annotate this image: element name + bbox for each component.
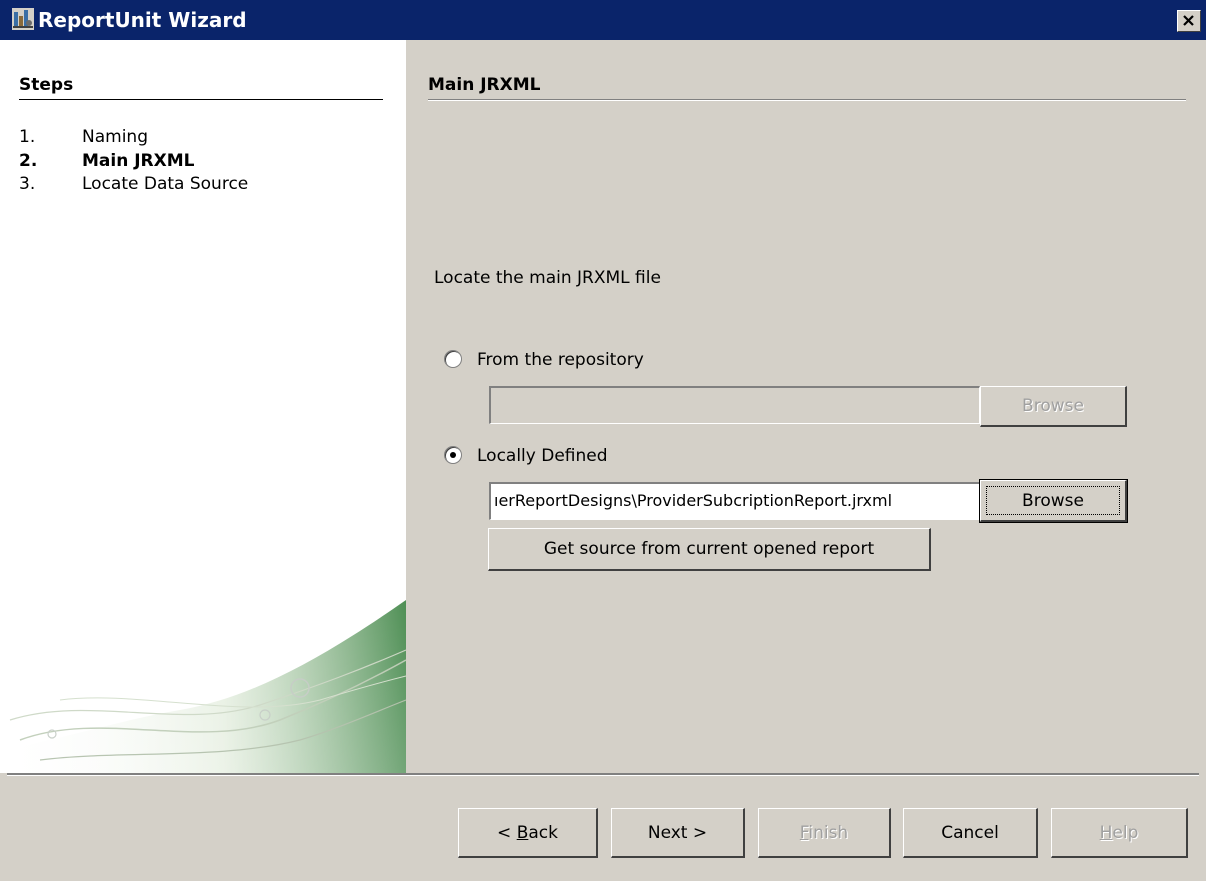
button-label: Browse [1022, 396, 1084, 416]
from-repository-radio[interactable] [444, 350, 462, 368]
back-button[interactable]: < Back [458, 808, 598, 858]
back-suffix: ack [528, 823, 558, 843]
finish-button: Finish [758, 808, 891, 858]
report-unit-wizard-dialog: ReportUnit Wizard Steps 1. Naming 2. Mai… [0, 0, 1206, 881]
help-mnemonic: H [1099, 823, 1113, 843]
step-number: 1. [19, 127, 36, 147]
step-label: Naming [82, 127, 148, 147]
window-title: ReportUnit Wizard [38, 8, 247, 32]
step-number: 2. [19, 151, 38, 171]
get-source-from-opened-report-button[interactable]: Get source from current opened report [488, 528, 931, 571]
repository-browse-button: Browse [980, 386, 1127, 427]
steps-divider [19, 99, 383, 100]
decorative-swoosh-graphic [0, 600, 406, 773]
local-browse-button[interactable]: Browse [979, 479, 1128, 523]
cancel-button[interactable]: Cancel [903, 808, 1038, 858]
button-label: Next > [647, 823, 708, 843]
close-button[interactable] [1177, 10, 1201, 32]
button-label: Get source from current opened report [543, 539, 875, 559]
finish-suffix: inish [808, 823, 849, 843]
locally-defined-radio[interactable] [444, 446, 462, 464]
footer-separator [7, 773, 1199, 776]
step-label: Main JRXML [82, 151, 195, 171]
help-button: Help [1051, 808, 1188, 858]
steps-heading: Steps [19, 75, 74, 95]
wizard-app-icon [12, 8, 34, 30]
repository-path-field [489, 386, 980, 424]
help-button-label: Help [1100, 823, 1139, 843]
help-suffix: elp [1112, 823, 1139, 843]
close-icon [1183, 15, 1194, 26]
button-label: Cancel [941, 823, 999, 843]
from-repository-label[interactable]: From the repository [477, 348, 644, 372]
page-title: Main JRXML [428, 75, 541, 95]
finish-button-label: Finish [800, 823, 848, 843]
title-bar[interactable]: ReportUnit Wizard [0, 0, 1206, 40]
back-prefix: < [497, 823, 517, 843]
radio-selected-dot [450, 452, 456, 458]
step-number: 3. [19, 174, 36, 194]
local-file-path-value: ıerReportDesigns\ProviderSubcriptionRepo… [494, 491, 893, 510]
next-button[interactable]: Next > [611, 808, 745, 858]
back-button-label: < Back [497, 823, 558, 843]
locally-defined-label[interactable]: Locally Defined [477, 444, 608, 468]
instruction-text: Locate the main JRXML file [434, 268, 661, 288]
back-mnemonic: B [516, 823, 529, 843]
steps-panel: Steps 1. Naming 2. Main JRXML 3. Locate … [0, 40, 406, 773]
step-label: Locate Data Source [82, 174, 249, 194]
local-file-path-field[interactable]: ıerReportDesigns\ProviderSubcriptionRepo… [489, 482, 980, 520]
heading-divider [428, 99, 1186, 101]
button-label: Browse [1022, 491, 1084, 511]
